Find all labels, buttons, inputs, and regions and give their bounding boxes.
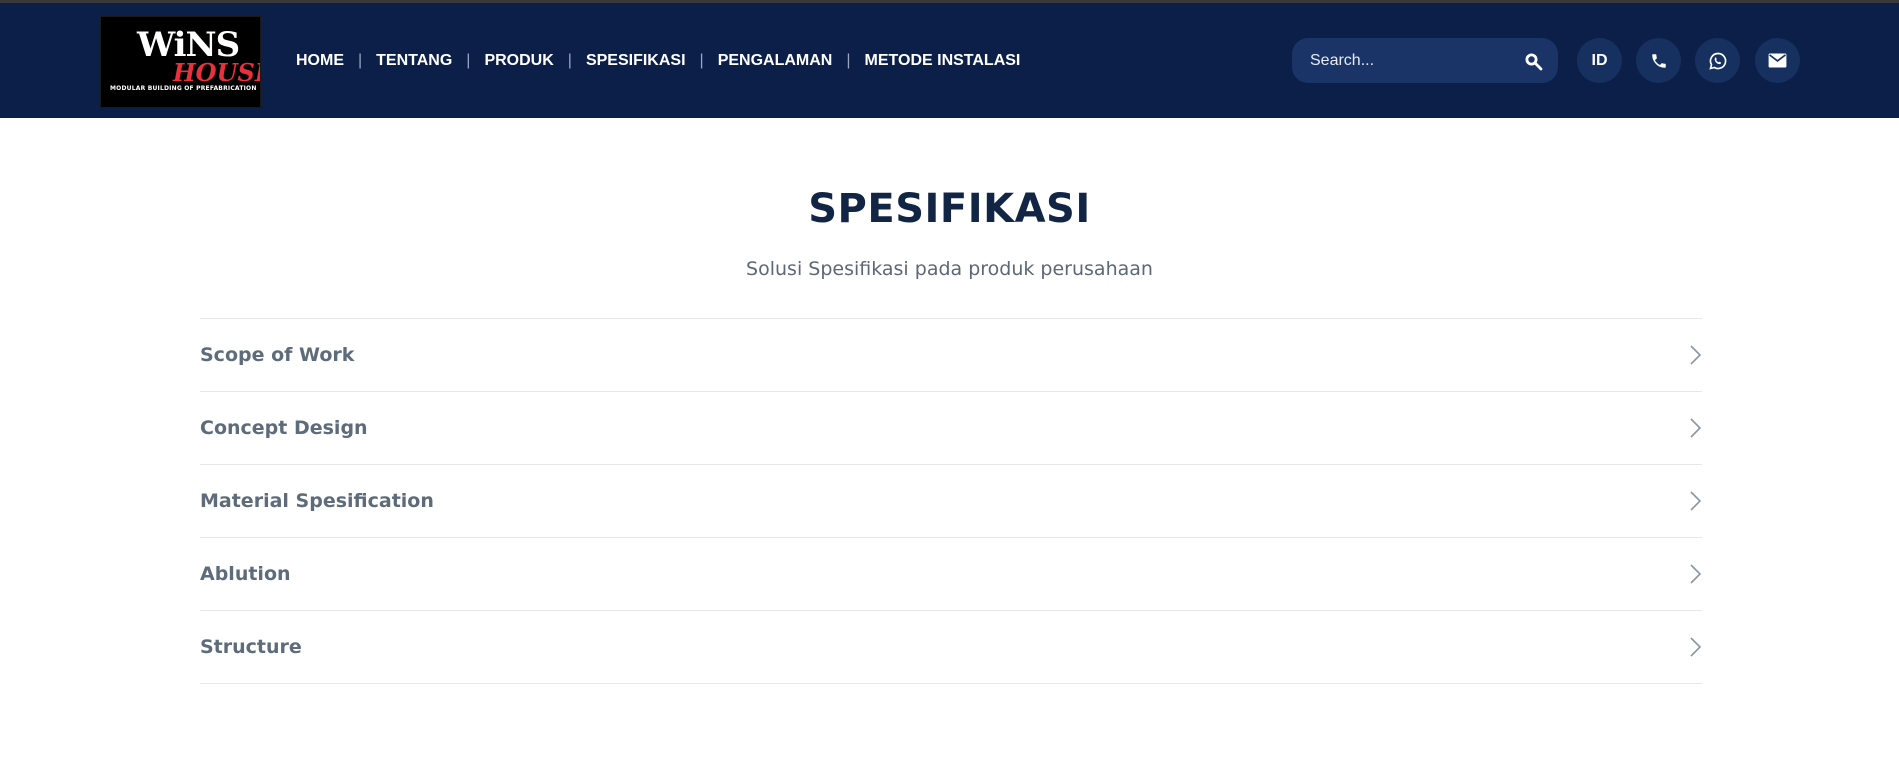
accordion-item-label: Structure [200,636,302,658]
chevron-right-icon [1690,491,1702,511]
accordion-item-label: Ablution [200,563,291,585]
nav-separator: | [567,51,572,69]
nav-item-pengalaman[interactable]: PENGALAMAN [718,52,833,70]
accordion-item-material-spesification[interactable]: Material Spesification [200,465,1702,538]
site-header: WiNS HOUSE MODULAR BUILDING OF PREFABRIC… [0,3,1899,118]
search-icon[interactable] [1523,51,1543,71]
nav-separator: | [358,51,363,69]
whatsapp-icon [1708,52,1726,70]
nav-separator: | [699,51,704,69]
logo[interactable]: WiNS HOUSE MODULAR BUILDING OF PREFABRIC… [100,16,261,108]
nav-item-tentang[interactable]: TENTANG [376,52,452,70]
logo-text-house: HOUSE [173,58,260,87]
accordion-item-label: Scope of Work [200,344,355,366]
accordion-item-structure[interactable]: Structure [200,611,1702,684]
mail-button[interactable] [1755,38,1800,83]
nav-item-spesifikasi[interactable]: SPESIFIKASI [586,52,686,70]
logo-tagline: MODULAR BUILDING OF PREFABRICATION [110,85,257,92]
search-box [1292,38,1558,83]
nav-item-home[interactable]: HOME [296,52,344,70]
search-input[interactable] [1310,38,1510,83]
chevron-right-icon [1690,564,1702,584]
whatsapp-button[interactable] [1695,38,1740,83]
accordion-item-concept-design[interactable]: Concept Design [200,392,1702,465]
chevron-right-icon [1690,637,1702,657]
chevron-right-icon [1690,418,1702,438]
nav-item-metode-instalasi[interactable]: METODE INSTALASI [865,52,1021,70]
mail-icon [1768,53,1787,68]
accordion-item-ablution[interactable]: Ablution [200,538,1702,611]
accordion-item-label: Material Spesification [200,490,434,512]
page-subtitle: Solusi Spesifikasi pada produk perusahaa… [746,258,1153,280]
language-button[interactable]: ID [1577,38,1622,83]
spec-accordion: Scope of Work Concept Design Material Sp… [200,318,1702,684]
page-title: SPESIFIKASI [808,186,1091,232]
nav-separator: | [846,51,851,69]
language-label: ID [1591,51,1608,69]
nav-item-produk[interactable]: PRODUK [484,52,553,70]
nav-separator: | [466,51,471,69]
accordion-item-label: Concept Design [200,417,368,439]
accordion-item-scope-of-work[interactable]: Scope of Work [200,319,1702,392]
phone-icon [1651,53,1666,68]
phone-button[interactable] [1636,38,1681,83]
chevron-right-icon [1690,345,1702,365]
main-nav: HOME | TENTANG | PRODUK | SPESIFIKASI | … [296,3,1020,118]
